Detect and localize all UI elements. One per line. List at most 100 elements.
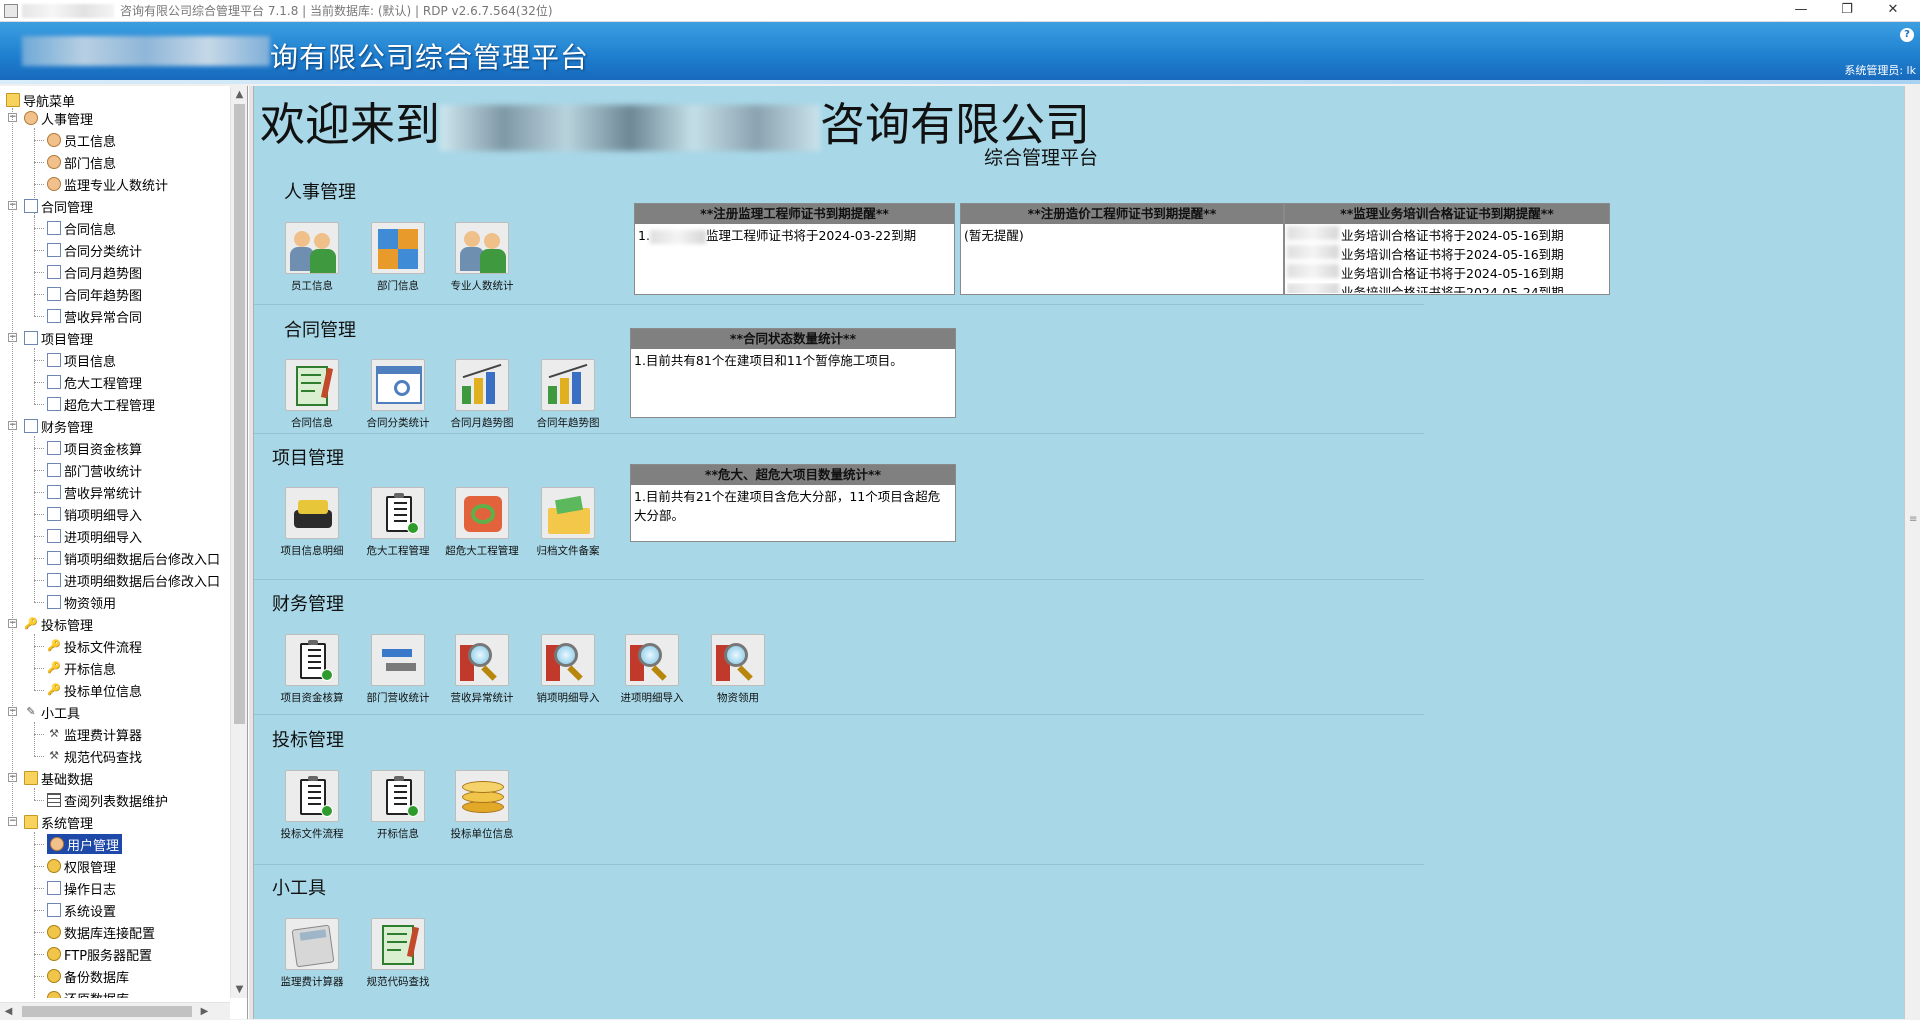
banner-title: 询有限公司综合管理平台 bbox=[270, 41, 590, 74]
scroll-left-icon[interactable]: ◀ bbox=[0, 1003, 17, 1020]
tile-department-info[interactable]: 部门信息 bbox=[354, 222, 442, 293]
tile-archive-filing[interactable]: 归档文件备案 bbox=[524, 487, 612, 558]
nav-item-contract-monthly[interactable]: 合同月趋势图 bbox=[47, 262, 142, 282]
tile-dept-revenue[interactable]: 部门营收统计 bbox=[354, 634, 442, 705]
scroll-down-icon[interactable]: ▼ bbox=[231, 981, 248, 998]
nav-item-danger-project[interactable]: 危大工程管理 bbox=[47, 372, 142, 392]
nav-root[interactable]: 导航菜单 bbox=[6, 90, 75, 110]
nav-item-output-import[interactable]: 销项明细导入 bbox=[47, 504, 142, 524]
tile-contract-info[interactable]: 合同信息 bbox=[268, 359, 356, 430]
nav-item-revenue-abnormal[interactable]: 营收异常统计 bbox=[47, 482, 142, 502]
nav-item-department[interactable]: 部门信息 bbox=[47, 152, 116, 172]
magnifier-icon bbox=[711, 634, 765, 686]
nav-item-contract-yearly[interactable]: 合同年趋势图 bbox=[47, 284, 142, 304]
nav-group-bid[interactable]: 🔑 投标管理 bbox=[24, 614, 93, 634]
nav-item-bid-flow[interactable]: 🔑 投标文件流程 bbox=[47, 636, 142, 656]
alert-supervisor-cert: **注册监理工程师证书到期提醒** 1. 监理工程师证书将于2024-03-22到… bbox=[634, 203, 955, 295]
nav-item-specialty-count[interactable]: 监理专业人数统计 bbox=[47, 174, 168, 194]
document-icon bbox=[24, 199, 38, 213]
search-window-icon bbox=[371, 359, 425, 411]
database-icon bbox=[47, 969, 61, 983]
document-icon bbox=[47, 507, 61, 521]
tile-project-info[interactable]: 项目信息明细 bbox=[268, 487, 356, 558]
project-box-icon bbox=[285, 487, 339, 539]
document-icon bbox=[47, 375, 61, 389]
tile-contract-monthly[interactable]: 合同月趋势图 bbox=[438, 359, 526, 430]
nav-item-bid-open[interactable]: 🔑 开标信息 bbox=[47, 658, 116, 678]
scrollbar-thumb[interactable] bbox=[22, 1006, 192, 1017]
section-title-tools: 小工具 bbox=[272, 878, 326, 899]
nav-item-ftp-config[interactable]: FTP服务器配置 bbox=[47, 944, 152, 964]
alert-training-cert: **监理业务培训合格证证书到期提醒** 业务培训合格证书将于2024-05-16… bbox=[1284, 203, 1610, 295]
tile-input-import[interactable]: 进项明细导入 bbox=[608, 634, 696, 705]
nav-item-dept-revenue[interactable]: 部门营收统计 bbox=[47, 460, 142, 480]
nav-item-bid-unit[interactable]: 🔑 投标单位信息 bbox=[47, 680, 142, 700]
tile-code-search[interactable]: 规范代码查找 bbox=[354, 918, 442, 989]
restore-button[interactable]: ❐ bbox=[1824, 0, 1870, 22]
tile-staff-info[interactable]: 员工信息 bbox=[268, 222, 356, 293]
tile-revenue-abnormal[interactable]: 营收异常统计 bbox=[438, 634, 526, 705]
tile-output-import[interactable]: 销项明细导入 bbox=[524, 634, 612, 705]
nav-item-super-danger-project[interactable]: 超危大工程管理 bbox=[47, 394, 155, 414]
magnifier-icon bbox=[625, 634, 679, 686]
nav-item-material[interactable]: 物资领用 bbox=[47, 592, 116, 612]
nav-group-tools[interactable]: ✎ 小工具 bbox=[24, 702, 80, 722]
tile-project-fund[interactable]: 项目资金核算 bbox=[268, 634, 356, 705]
redacted-company-name bbox=[22, 36, 270, 66]
nav-item-system-settings[interactable]: 系统设置 bbox=[47, 900, 116, 920]
tile-bid-open[interactable]: 开标信息 bbox=[354, 770, 442, 841]
nav-horizontal-scrollbar[interactable]: ◀ ▶ bbox=[0, 1002, 230, 1019]
right-scroll-strip[interactable]: ≡ bbox=[1904, 86, 1920, 1019]
nav-item-restore-db[interactable]: 还原数据库 bbox=[47, 988, 129, 998]
nav-item-input-import[interactable]: 进项明细导入 bbox=[47, 526, 142, 546]
nav-group-hr[interactable]: 人事管理 bbox=[24, 108, 93, 128]
tile-fee-calculator[interactable]: 监理费计算器 bbox=[268, 918, 356, 989]
scrollbar-thumb[interactable] bbox=[234, 104, 245, 724]
nav-item-fee-calculator[interactable]: ⚒ 监理费计算器 bbox=[47, 724, 142, 744]
tile-bid-flow[interactable]: 投标文件流程 bbox=[268, 770, 356, 841]
scroll-up-icon[interactable]: ▲ bbox=[231, 86, 248, 103]
tile-contract-category[interactable]: 合同分类统计 bbox=[354, 359, 442, 430]
app-icon bbox=[4, 3, 18, 18]
scroll-right-icon[interactable]: ▶ bbox=[196, 1003, 213, 1020]
collapse-toggle[interactable]: − bbox=[8, 817, 17, 826]
tile-super-danger-project[interactable]: 超危大工程管理 bbox=[438, 487, 526, 558]
help-icon[interactable]: ? bbox=[1900, 28, 1914, 42]
nav-item-contract-category[interactable]: 合同分类统计 bbox=[47, 240, 142, 260]
nav-item-db-connection[interactable]: 数据库连接配置 bbox=[47, 922, 155, 942]
nav-item-project-info[interactable]: 项目信息 bbox=[47, 350, 116, 370]
users-icon bbox=[50, 837, 64, 851]
close-button[interactable]: ✕ bbox=[1870, 0, 1916, 22]
tile-danger-project[interactable]: 危大工程管理 bbox=[354, 487, 442, 558]
nav-item-staff[interactable]: 员工信息 bbox=[47, 130, 116, 150]
tile-material[interactable]: 物资领用 bbox=[694, 634, 782, 705]
minimize-button[interactable]: — bbox=[1778, 0, 1824, 22]
redacted-name bbox=[1287, 245, 1339, 259]
nav-group-base-data[interactable]: 基础数据 bbox=[24, 768, 93, 788]
nav-group-project[interactable]: 项目管理 bbox=[24, 328, 93, 348]
bar-chart-icon bbox=[541, 359, 595, 411]
nav-item-backup-db[interactable]: 备份数据库 bbox=[47, 966, 129, 986]
nav-group-contract[interactable]: 合同管理 bbox=[24, 196, 93, 216]
database-icon bbox=[47, 925, 61, 939]
nav-item-project-fund[interactable]: 项目资金核算 bbox=[47, 438, 142, 458]
nav-group-system[interactable]: 系统管理 bbox=[24, 812, 93, 832]
nav-item-user-management[interactable]: 用户管理 bbox=[47, 834, 123, 854]
wand-icon: ✎ bbox=[26, 705, 36, 718]
tile-specialty-count[interactable]: 专业人数统计 bbox=[438, 222, 526, 293]
nav-item-abnormal-contract[interactable]: 营收异常合同 bbox=[47, 306, 142, 326]
nav-item-list-maintenance[interactable]: 查阅列表数据维护 bbox=[47, 790, 168, 810]
nav-item-output-edit[interactable]: 销项明细数据后台修改入口 bbox=[47, 548, 220, 568]
nav-item-contract-info[interactable]: 合同信息 bbox=[47, 218, 116, 238]
nav-item-input-edit[interactable]: 进项明细数据后台修改入口 bbox=[47, 570, 220, 590]
nav-group-finance[interactable]: 财务管理 bbox=[24, 416, 93, 436]
tile-contract-yearly[interactable]: 合同年趋势图 bbox=[524, 359, 612, 430]
splitter-grip-icon[interactable]: ≡ bbox=[1909, 514, 1917, 525]
nav-item-permissions[interactable]: 权限管理 bbox=[47, 856, 116, 876]
redacted-company-name bbox=[440, 105, 821, 151]
tile-bid-unit[interactable]: 投标单位信息 bbox=[438, 770, 526, 841]
nav-vertical-scrollbar[interactable]: ▲ ▼ bbox=[230, 86, 247, 998]
nav-item-operation-log[interactable]: 操作日志 bbox=[47, 878, 116, 898]
document-icon bbox=[47, 397, 61, 411]
nav-item-code-search[interactable]: ⚒ 规范代码查找 bbox=[47, 746, 142, 766]
